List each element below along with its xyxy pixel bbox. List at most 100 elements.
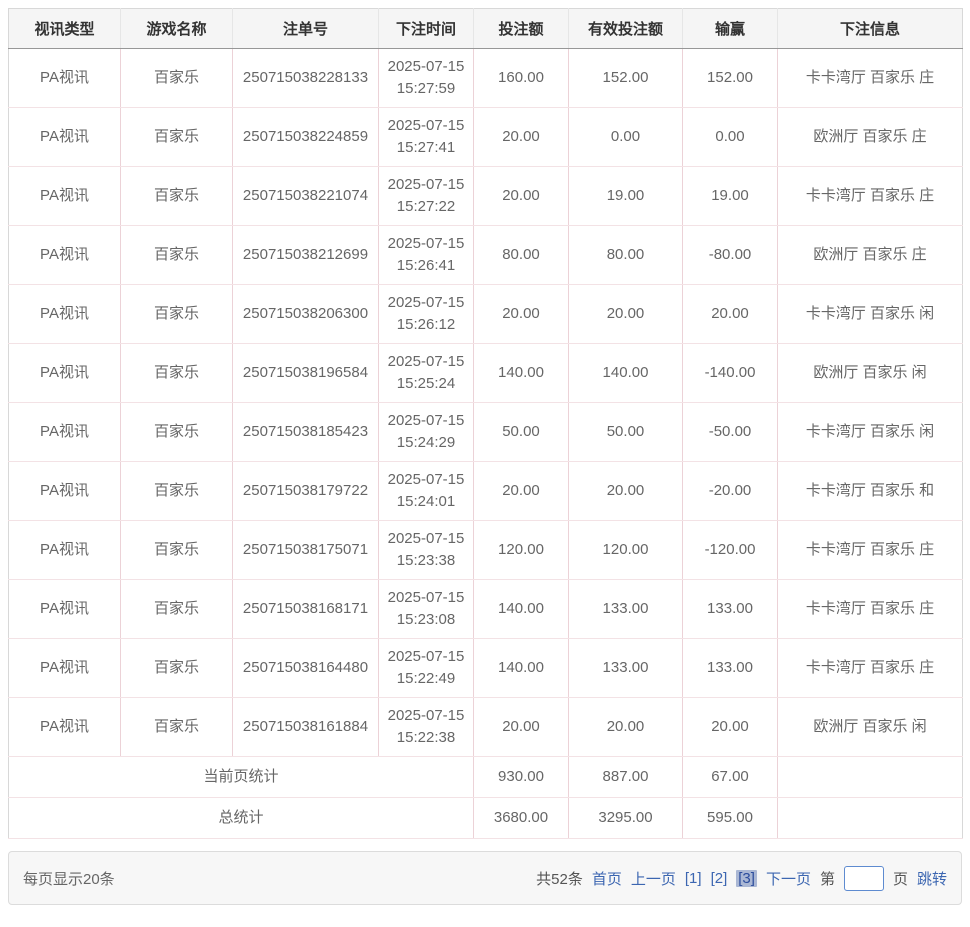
cell-game: 百家乐 [121, 580, 233, 639]
cell-time: 2025-07-15 15:24:01 [379, 462, 474, 521]
jump-suffix-label: 页 [893, 868, 908, 889]
cell-info: 卡卡湾厅 百家乐 闲 [778, 403, 963, 462]
cell-info: 卡卡湾厅 百家乐 庄 [778, 49, 963, 108]
table-row: PA视讯百家乐2507150382248592025-07-15 15:27:4… [9, 108, 963, 167]
cell-order: 250715038221074 [233, 167, 379, 226]
cell-type: PA视讯 [9, 49, 121, 108]
total-summary-info [778, 798, 963, 839]
cell-info: 卡卡湾厅 百家乐 庄 [778, 521, 963, 580]
table-row: PA视讯百家乐2507150381644802025-07-15 15:22:4… [9, 639, 963, 698]
table-row: PA视讯百家乐2507150381797222025-07-15 15:24:0… [9, 462, 963, 521]
cell-winloss: -120.00 [683, 521, 778, 580]
cell-info: 卡卡湾厅 百家乐 庄 [778, 167, 963, 226]
cell-game: 百家乐 [121, 462, 233, 521]
cell-time: 2025-07-15 15:23:08 [379, 580, 474, 639]
cell-valid: 133.00 [569, 639, 683, 698]
cell-time: 2025-07-15 15:27:41 [379, 108, 474, 167]
cell-info: 卡卡湾厅 百家乐 闲 [778, 285, 963, 344]
cell-valid: 20.00 [569, 462, 683, 521]
column-header: 注单号 [233, 9, 379, 49]
cell-valid: 0.00 [569, 108, 683, 167]
prev-page-link[interactable]: 上一页 [631, 868, 676, 889]
cell-type: PA视讯 [9, 167, 121, 226]
page-summary-bet: 930.00 [474, 757, 569, 798]
cell-order: 250715038196584 [233, 344, 379, 403]
cell-time: 2025-07-15 15:27:22 [379, 167, 474, 226]
cell-valid: 50.00 [569, 403, 683, 462]
cell-info: 欧洲厅 百家乐 庄 [778, 226, 963, 285]
cell-valid: 140.00 [569, 344, 683, 403]
cell-winloss: 20.00 [683, 698, 778, 757]
column-header: 游戏名称 [121, 9, 233, 49]
cell-order: 250715038206300 [233, 285, 379, 344]
cell-time: 2025-07-15 15:23:38 [379, 521, 474, 580]
cell-order: 250715038185423 [233, 403, 379, 462]
page-number-links: [1] [2] [3] [685, 870, 757, 887]
cell-game: 百家乐 [121, 521, 233, 580]
cell-winloss: 19.00 [683, 167, 778, 226]
cell-valid: 20.00 [569, 285, 683, 344]
cell-winloss: 152.00 [683, 49, 778, 108]
table-row: PA视讯百家乐2507150382281332025-07-15 15:27:5… [9, 49, 963, 108]
cell-info: 欧洲厅 百家乐 庄 [778, 108, 963, 167]
table-row: PA视讯百家乐2507150381618842025-07-15 15:22:3… [9, 698, 963, 757]
cell-winloss: 133.00 [683, 580, 778, 639]
page-link[interactable]: [2] [711, 870, 728, 887]
cell-type: PA视讯 [9, 521, 121, 580]
cell-info: 卡卡湾厅 百家乐 庄 [778, 639, 963, 698]
cell-bet: 20.00 [474, 167, 569, 226]
cell-time: 2025-07-15 15:22:38 [379, 698, 474, 757]
table-row: PA视讯百家乐2507150382210742025-07-15 15:27:2… [9, 167, 963, 226]
total-summary-row: 总统计 3680.00 3295.00 595.00 [9, 798, 963, 839]
cell-game: 百家乐 [121, 344, 233, 403]
cell-valid: 20.00 [569, 698, 683, 757]
jump-prefix-label: 第 [820, 868, 835, 889]
total-summary-valid: 3295.00 [569, 798, 683, 839]
cell-order: 250715038175071 [233, 521, 379, 580]
table-body: PA视讯百家乐2507150382281332025-07-15 15:27:5… [9, 49, 963, 839]
per-page-label: 每页显示20条 [23, 868, 115, 889]
first-page-link[interactable]: 首页 [592, 868, 622, 889]
cell-game: 百家乐 [121, 285, 233, 344]
bet-records-table: 视讯类型游戏名称注单号下注时间投注额有效投注额输赢下注信息 PA视讯百家乐250… [8, 8, 963, 839]
page-summary-info [778, 757, 963, 798]
jump-button[interactable]: 跳转 [917, 868, 947, 889]
cell-bet: 20.00 [474, 698, 569, 757]
page-link[interactable]: [1] [685, 870, 702, 887]
pagination: 共52条 首页 上一页 [1][2][3] 下一页 第 页 跳转 [536, 866, 947, 891]
cell-order: 250715038161884 [233, 698, 379, 757]
table-header-row: 视讯类型游戏名称注单号下注时间投注额有效投注额输赢下注信息 [9, 9, 963, 49]
cell-game: 百家乐 [121, 639, 233, 698]
cell-order: 250715038224859 [233, 108, 379, 167]
cell-type: PA视讯 [9, 285, 121, 344]
jump-page-input[interactable] [844, 866, 884, 891]
total-summary-bet: 3680.00 [474, 798, 569, 839]
cell-winloss: -80.00 [683, 226, 778, 285]
table-header: 视讯类型游戏名称注单号下注时间投注额有效投注额输赢下注信息 [9, 9, 963, 49]
cell-time: 2025-07-15 15:26:41 [379, 226, 474, 285]
cell-game: 百家乐 [121, 167, 233, 226]
cell-order: 250715038179722 [233, 462, 379, 521]
cell-game: 百家乐 [121, 698, 233, 757]
cell-bet: 120.00 [474, 521, 569, 580]
table-row: PA视讯百家乐2507150381854232025-07-15 15:24:2… [9, 403, 963, 462]
cell-valid: 120.00 [569, 521, 683, 580]
table-row: PA视讯百家乐2507150382063002025-07-15 15:26:1… [9, 285, 963, 344]
cell-time: 2025-07-15 15:26:12 [379, 285, 474, 344]
cell-time: 2025-07-15 15:25:24 [379, 344, 474, 403]
column-header: 输赢 [683, 9, 778, 49]
cell-bet: 140.00 [474, 639, 569, 698]
column-header: 投注额 [474, 9, 569, 49]
total-summary-winloss: 595.00 [683, 798, 778, 839]
table-row: PA视讯百家乐2507150382126992025-07-15 15:26:4… [9, 226, 963, 285]
cell-bet: 20.00 [474, 285, 569, 344]
cell-order: 250715038164480 [233, 639, 379, 698]
page-container: 视讯类型游戏名称注单号下注时间投注额有效投注额输赢下注信息 PA视讯百家乐250… [0, 0, 970, 913]
column-header: 下注时间 [379, 9, 474, 49]
cell-bet: 20.00 [474, 462, 569, 521]
next-page-link[interactable]: 下一页 [766, 868, 811, 889]
page-link-current[interactable]: [3] [736, 870, 757, 887]
cell-type: PA视讯 [9, 462, 121, 521]
cell-bet: 50.00 [474, 403, 569, 462]
column-header: 视讯类型 [9, 9, 121, 49]
